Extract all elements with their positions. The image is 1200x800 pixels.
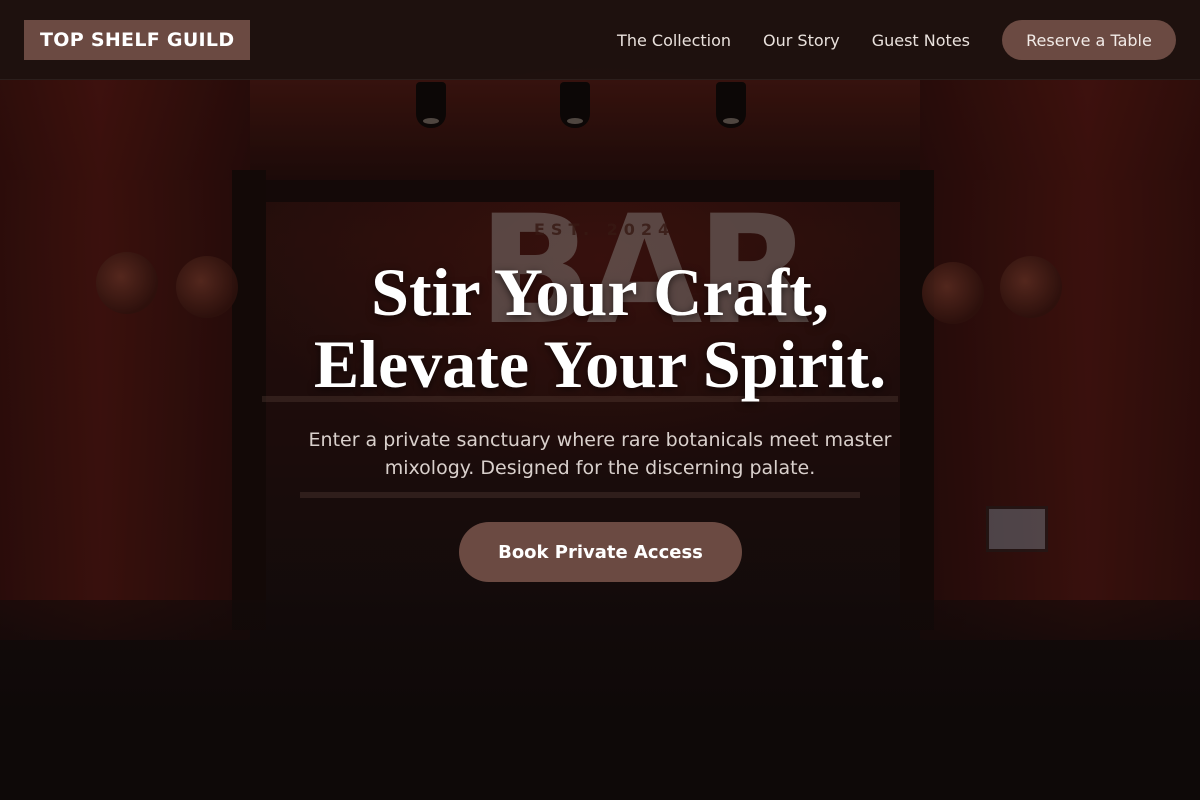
top-nav: TOP SHELF GUILD The Collection Our Story…	[0, 0, 1200, 80]
headline-line-1: Stir Your Craft,	[371, 254, 829, 330]
nav-links: The Collection Our Story Guest Notes	[617, 0, 970, 80]
nav-link-our-story[interactable]: Our Story	[763, 31, 840, 50]
hero-headline: Stir Your Craft, Elevate Your Spirit.	[0, 256, 1200, 400]
hero-subtitle: Enter a private sanctuary where rare bot…	[308, 429, 892, 479]
reserve-table-button[interactable]: Reserve a Table	[1002, 20, 1176, 60]
headline-line-2: Elevate Your Spirit.	[313, 326, 887, 402]
nav-link-collection[interactable]: The Collection	[617, 31, 731, 50]
book-private-access-button[interactable]: Book Private Access	[459, 522, 742, 582]
brand-logo[interactable]: TOP SHELF GUILD	[24, 20, 251, 60]
nav-link-guest-notes[interactable]: Guest Notes	[872, 31, 970, 50]
